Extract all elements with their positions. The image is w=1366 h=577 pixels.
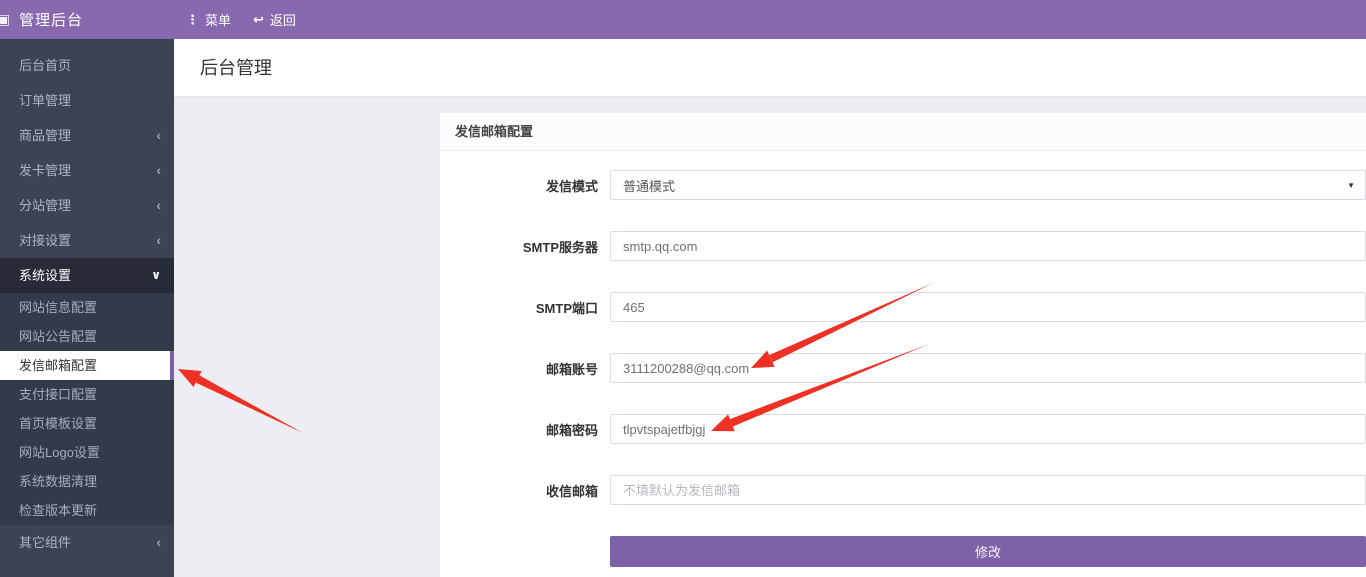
page-header: 后台管理 xyxy=(174,39,1366,97)
back-button[interactable]: ↩ 返回 xyxy=(253,10,296,29)
sidebar-item-label: 其它组件 xyxy=(19,535,71,550)
page-title: 后台管理 xyxy=(200,58,272,78)
submenu-item-site-info[interactable]: 网站信息配置 xyxy=(0,293,174,322)
sidebar-item-label: 发卡管理 xyxy=(19,163,71,178)
topbar: ▣ 管理后台 ⋮ 菜单 ↩ 返回 xyxy=(0,0,1366,39)
smtp-server-input[interactable] xyxy=(610,231,1366,261)
back-arrow-icon: ↩ xyxy=(253,12,264,28)
system-settings-submenu: 网站信息配置 网站公告配置 发信邮箱配置 支付接口配置 首页模板设置 网站Log… xyxy=(0,293,174,525)
sidebar-item-other-components[interactable]: ❖ 其它组件 ‹ xyxy=(0,525,174,560)
caret-down-icon: ▼ xyxy=(1347,181,1355,190)
mail-config-form: 发信模式 普通模式 ▼ SMTP服务器 SMTP端口 xyxy=(440,151,1366,567)
chevron-left-icon: ‹ xyxy=(156,118,161,153)
field-label: 邮箱账号 xyxy=(440,359,598,378)
mail-account-input[interactable] xyxy=(610,353,1366,383)
sidebar-item-label: 分站管理 xyxy=(19,198,71,213)
content-area: 发信邮箱配置 发信模式 普通模式 ▼ SMTP服务器 SMTP端口 xyxy=(174,97,1366,577)
sidebar-item-system-settings[interactable]: ⚙ 系统设置 ∨ xyxy=(0,258,174,293)
sidebar-item-substation[interactable]: ⧉ 分站管理 ‹ xyxy=(0,188,174,223)
cube-logo-icon: ▣ xyxy=(0,11,12,28)
menu-toggle-button[interactable]: ⋮ 菜单 xyxy=(186,10,231,29)
card-title: 发信邮箱配置 xyxy=(440,113,1366,151)
receive-mail-input[interactable] xyxy=(610,475,1366,505)
form-row-mail-password: 邮箱密码 xyxy=(440,414,1366,444)
mail-config-card: 发信邮箱配置 发信模式 普通模式 ▼ SMTP服务器 SMTP端口 xyxy=(440,113,1366,577)
send-mode-select[interactable]: 普通模式 ▼ xyxy=(610,170,1366,200)
sidebar-item-label: 订单管理 xyxy=(19,93,71,108)
submenu-item-mail-config[interactable]: 发信邮箱配置 xyxy=(0,351,174,380)
brand: ▣ 管理后台 xyxy=(0,0,174,39)
form-row-receive-mail: 收信邮箱 xyxy=(440,475,1366,505)
chevron-left-icon: ‹ xyxy=(156,153,161,188)
menu-icon: ⋮ xyxy=(186,12,199,28)
sidebar: ⌂ 后台首页 ≡ 订单管理 ▤ 商品管理 ‹ ⊞ 发卡管理 ‹ ⧉ 分站管理 ‹… xyxy=(0,39,174,577)
chevron-down-icon: ∨ xyxy=(151,258,161,293)
sidebar-item-orders[interactable]: ≡ 订单管理 xyxy=(0,83,174,118)
sidebar-item-integration[interactable]: ☍ 对接设置 ‹ xyxy=(0,223,174,258)
sidebar-item-label: 后台首页 xyxy=(19,58,71,73)
sidebar-item-dashboard[interactable]: ⌂ 后台首页 xyxy=(0,48,174,83)
chevron-left-icon: ‹ xyxy=(156,188,161,223)
sidebar-item-label: 系统设置 xyxy=(19,268,71,283)
field-label: SMTP服务器 xyxy=(440,237,598,256)
mail-password-input[interactable] xyxy=(610,414,1366,444)
form-row-smtp-port: SMTP端口 xyxy=(440,292,1366,322)
form-row-smtp-server: SMTP服务器 xyxy=(440,231,1366,261)
chevron-left-icon: ‹ xyxy=(156,223,161,258)
submenu-item-site-notice[interactable]: 网站公告配置 xyxy=(0,322,174,351)
field-label: 收信邮箱 xyxy=(440,481,598,500)
submit-button[interactable]: 修改 xyxy=(610,536,1366,567)
topbar-nav: ⋮ 菜单 ↩ 返回 xyxy=(186,10,296,29)
field-label: 邮箱密码 xyxy=(440,420,598,439)
form-row-send-mode: 发信模式 普通模式 ▼ xyxy=(440,170,1366,200)
submenu-item-home-template[interactable]: 首页模板设置 xyxy=(0,409,174,438)
sidebar-item-goods[interactable]: ▤ 商品管理 ‹ xyxy=(0,118,174,153)
sidebar-item-label: 商品管理 xyxy=(19,128,71,143)
chevron-left-icon: ‹ xyxy=(156,525,161,560)
send-mode-value: 普通模式 xyxy=(623,176,675,195)
field-label: 发信模式 xyxy=(440,176,598,195)
form-row-mail-account: 邮箱账号 xyxy=(440,353,1366,383)
submenu-item-payment-config[interactable]: 支付接口配置 xyxy=(0,380,174,409)
submenu-item-check-update[interactable]: 检查版本更新 xyxy=(0,496,174,525)
sidebar-item-label: 对接设置 xyxy=(19,233,71,248)
back-label: 返回 xyxy=(270,10,296,29)
brand-title: 管理后台 xyxy=(19,9,83,30)
sidebar-item-card-issuing[interactable]: ⊞ 发卡管理 ‹ xyxy=(0,153,174,188)
submenu-item-site-logo[interactable]: 网站Logo设置 xyxy=(0,438,174,467)
menu-label: 菜单 xyxy=(205,10,231,29)
submenu-item-data-cleanup[interactable]: 系统数据清理 xyxy=(0,467,174,496)
field-label: SMTP端口 xyxy=(440,298,598,317)
smtp-port-input[interactable] xyxy=(610,292,1366,322)
